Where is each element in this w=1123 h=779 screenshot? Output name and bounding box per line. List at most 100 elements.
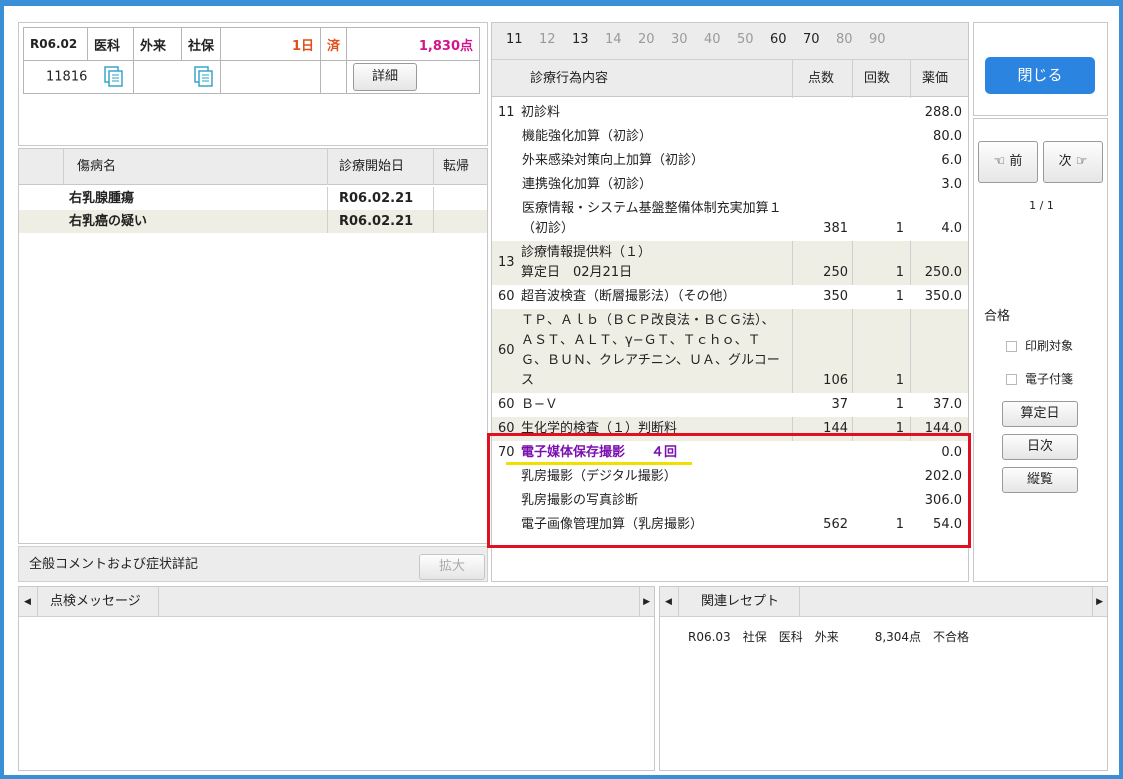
memo-cell [132,60,222,94]
tab-category-12[interactable]: 12 [539,23,556,57]
empty-cell [320,60,348,94]
procedure-code: 60 [498,289,515,304]
summary-table: R06.02 医科 外来 社保 1日 済 1,830点 11816 詳細 [23,27,480,94]
tab-category-80[interactable]: 80 [836,23,853,57]
procedure-row[interactable]: 連携強化加算（初診） 3.0 [492,173,968,197]
related-row[interactable]: R06.03 社保 医科 外来 8,304点 不合格 [688,628,969,645]
tab-related[interactable]: 関連レセプト [678,587,800,617]
procedure-text: 初診料 [521,105,561,120]
procedure-price: 350.0 [924,289,962,304]
scroll-left-icon[interactable]: ◀ [24,587,31,617]
col-price: 薬価 [922,71,949,86]
procedure-text: 機能強化加算（初診） [522,129,653,144]
detail-cell: 詳細 [346,60,480,94]
insurance-type: 社保 [180,27,222,61]
highlight-box [487,433,971,548]
tab-category-50[interactable]: 50 [737,23,754,57]
detail-button[interactable]: 詳細 [353,63,418,91]
tab-message[interactable]: 点検メッセージ [37,587,159,617]
category-tabs: 11 12 13 14 20 30 40 50 60 70 80 90 [492,23,968,59]
disease-row[interactable]: 右乳癌の疑い R06.02.21 [19,210,487,233]
calc-day-button[interactable]: 算定日 [1002,401,1078,427]
procedure-row[interactable]: 60 超音波検査（断層撮影法）（その他） 350 1 350.0 [492,285,968,309]
tab-related-label: 関連レセプト [701,594,780,609]
navigation-panel: ☜ 前 次 ☞ 1 / 1 合格 印刷対象 電子付箋 算定日 日次 縦覧 [973,118,1108,582]
tab-category-20[interactable]: 20 [638,23,655,57]
disease-header: 傷病名 診療開始日 転帰 [19,149,487,185]
col-count: 回数 [864,71,891,86]
procedure-text: ＴＰ、Ａｌｂ（ＢＣＰ改良法・ＢＣＧ法）、 [521,313,775,328]
procedure-header: 診療行為内容 点数 回数 薬価 [492,59,968,98]
procedure-text: 医療情報・システム基盤整備体制充実加算１ [522,201,782,216]
procedure-text: （初診） [522,221,575,236]
visit-type: 外来 [133,27,182,61]
prev-button[interactable]: ☜ 前 [978,141,1038,183]
procedure-text: 診療情報提供料（１） [521,245,652,260]
procedure-code: 60 [498,397,515,412]
tab-category-13[interactable]: 13 [572,23,589,57]
disease-panel: 傷病名 診療開始日 転帰 右乳腺腫瘍 R06.02.21 右乳癌の疑い R06.02.… [18,148,488,544]
procedure-text: ＡＳＴ、ＡＬＴ、γ−ＧＴ、Ｔｃｈｏ、Ｔ [521,333,761,348]
result-label: 合格 [984,309,1011,324]
procedure-price: 80.0 [933,129,962,144]
procedure-points: 37 [831,397,848,412]
document-icon[interactable] [103,66,124,88]
scroll-right-icon[interactable]: ▶ [643,587,650,617]
billing-month: R06.02 [23,27,88,61]
procedure-count: 1 [895,373,904,388]
department: 医科 [87,27,134,61]
procedure-text: ス [521,373,535,388]
e-note-checkbox[interactable] [1006,374,1017,385]
pager-text: 1 / 1 [1029,199,1054,212]
procedure-text: Ｂ−Ｖ [521,397,558,412]
disease-start-date: R06.02.21 [339,191,414,206]
procedure-text: Ｇ、ＢＵＮ、クレアチニン、ＵＡ、グルコー [521,353,780,368]
disease-col-start: 診療開始日 [339,159,405,174]
next-button[interactable]: 次 ☞ [1043,141,1103,183]
vertical-button[interactable]: 縦覧 [1002,467,1078,493]
disease-name: 右乳癌の疑い [69,214,148,229]
tab-category-90[interactable]: 90 [869,23,886,57]
disease-name: 右乳腺腫瘍 [69,191,135,206]
comment-label: 全般コメントおよび症状詳記 [29,557,199,572]
days-count: 1日 [220,27,322,61]
tab-category-11[interactable]: 11 [506,23,523,57]
procedure-row[interactable]: 11 初診料 288.0 [492,101,968,125]
procedure-row[interactable]: 機能強化加算（初診） 80.0 [492,125,968,149]
document-icon[interactable] [194,66,214,88]
comment-bar: 全般コメントおよび症状詳記 拡大 [18,546,488,582]
procedure-row[interactable]: 外来感染対策向上加算（初診） 6.0 [492,149,968,173]
total-points: 1,830点 [346,27,480,61]
procedure-row[interactable]: 60 Ｂ−Ｖ 37 1 37.0 [492,393,968,417]
disease-row[interactable]: 右乳腺腫瘍 R06.02.21 [19,187,487,210]
tab-category-60[interactable]: 60 [770,23,787,57]
col-content: 診療行為内容 [530,71,609,86]
procedure-row[interactable]: 13 診療情報提供料（１） 算定日 02月21日 250 1 250.0 [492,241,968,285]
procedure-points: 106 [823,373,848,388]
procedure-code: 11 [498,105,515,120]
procedure-row[interactable]: 60 ＴＰ、Ａｌｂ（ＢＣＰ改良法・ＢＣＧ法）、 ＡＳＴ、ＡＬＴ、γ−ＧＴ、Ｔｃｈｏ、… [492,309,968,393]
scroll-right-icon[interactable]: ▶ [1096,587,1103,617]
procedure-text: 超音波検査（断層撮影法）（その他） [521,289,736,304]
tab-category-30[interactable]: 30 [671,23,688,57]
procedure-points: 350 [823,289,848,304]
tab-category-70[interactable]: 70 [803,23,820,57]
window-frame: R06.02 医科 外来 社保 1日 済 1,830点 11816 詳細 傷病名… [0,0,1123,779]
procedure-price: 6.0 [941,153,962,168]
print-target-option[interactable]: 印刷対象 [1006,337,1073,354]
daily-button[interactable]: 日次 [1002,434,1078,460]
procedure-price: 250.0 [924,265,962,280]
expand-button[interactable]: 拡大 [419,554,485,580]
close-button[interactable]: 閉じる [985,57,1095,94]
e-note-option[interactable]: 電子付箋 [1006,370,1073,387]
tab-category-14[interactable]: 14 [605,23,622,57]
print-target-checkbox[interactable] [1006,341,1017,352]
disease-col-name: 傷病名 [77,159,117,174]
tab-category-40[interactable]: 40 [704,23,721,57]
related-tabbar: ◀ 関連レセプト ▶ [660,587,1107,617]
procedure-row[interactable]: 医療情報・システム基盤整備体制充実加算１ （初診） 381 1 4.0 [492,197,968,241]
status-badge: 済 [320,27,348,61]
scroll-left-icon[interactable]: ◀ [665,587,672,617]
message-tabbar: ◀ 点検メッセージ ▶ [19,587,654,617]
procedure-price: 37.0 [933,397,962,412]
